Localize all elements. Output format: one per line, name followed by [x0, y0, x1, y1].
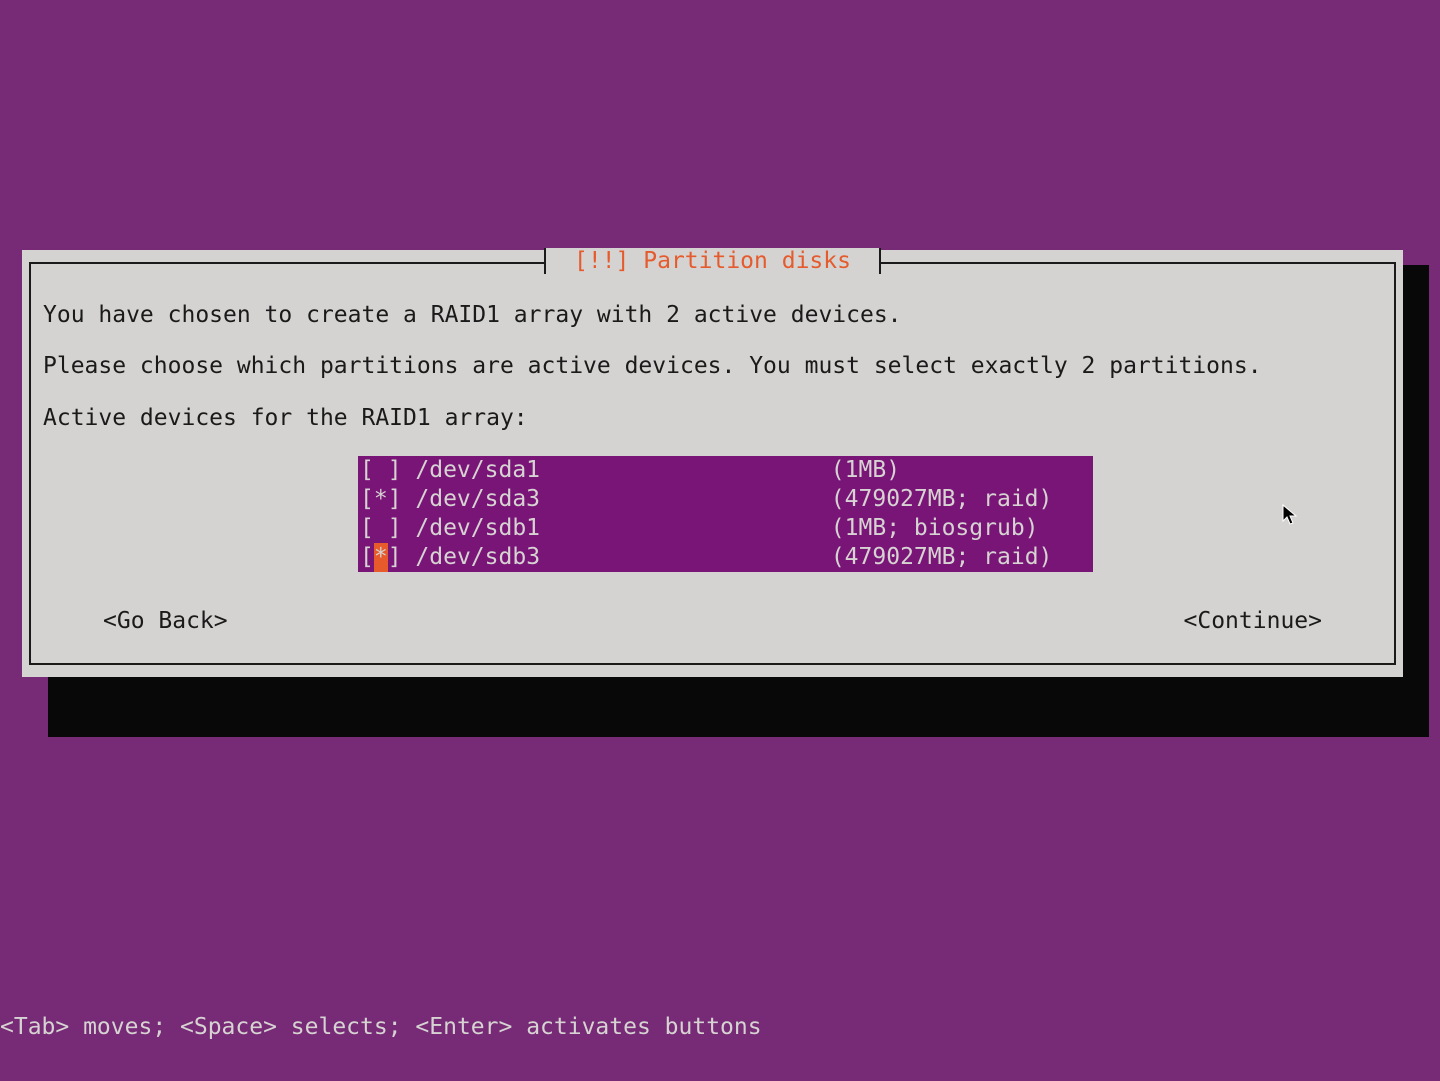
instruction-line-3: Active devices for the RAID1 array:: [43, 405, 1382, 431]
dialog-title-wrap: [!!] Partition disks: [31, 248, 1394, 274]
partition-row[interactable]: [ ] /dev/sdb1 (1MB; biosgrub): [358, 514, 1093, 543]
dialog-inner: [!!] Partition disks You have chosen to …: [29, 262, 1396, 665]
partition-row[interactable]: [ ] /dev/sda1 (1MB): [358, 456, 1093, 485]
dialog-nav: <Go Back> <Continue>: [43, 608, 1382, 634]
partition-dialog: [!!] Partition disks You have chosen to …: [22, 250, 1403, 677]
dialog-title-border: [!!] Partition disks: [544, 248, 881, 274]
partition-row[interactable]: [*] /dev/sdb3 (479027MB; raid): [358, 543, 1093, 572]
continue-button[interactable]: <Continue>: [1184, 608, 1322, 634]
instruction-line-2: Please choose which partitions are activ…: [43, 353, 1382, 379]
instruction-line-1: You have chosen to create a RAID1 array …: [43, 302, 1382, 328]
partition-text: ] /dev/sdb3 (479027MB; raid): [388, 544, 1053, 570]
partition-list[interactable]: [ ] /dev/sda1 (1MB)[*] /dev/sda3 (479027…: [358, 456, 1093, 572]
partition-row[interactable]: [*] /dev/sda3 (479027MB; raid): [358, 485, 1093, 514]
go-back-button[interactable]: <Go Back>: [103, 608, 228, 634]
dialog-title: [!!] Partition disks: [568, 248, 857, 274]
spacer: [43, 328, 1382, 353]
help-bar: <Tab> moves; <Space> selects; <Enter> ac…: [0, 1014, 1440, 1040]
spacer: [43, 380, 1382, 405]
checkbox-mark: *: [374, 543, 388, 572]
checkbox-bracket: [: [360, 544, 374, 570]
